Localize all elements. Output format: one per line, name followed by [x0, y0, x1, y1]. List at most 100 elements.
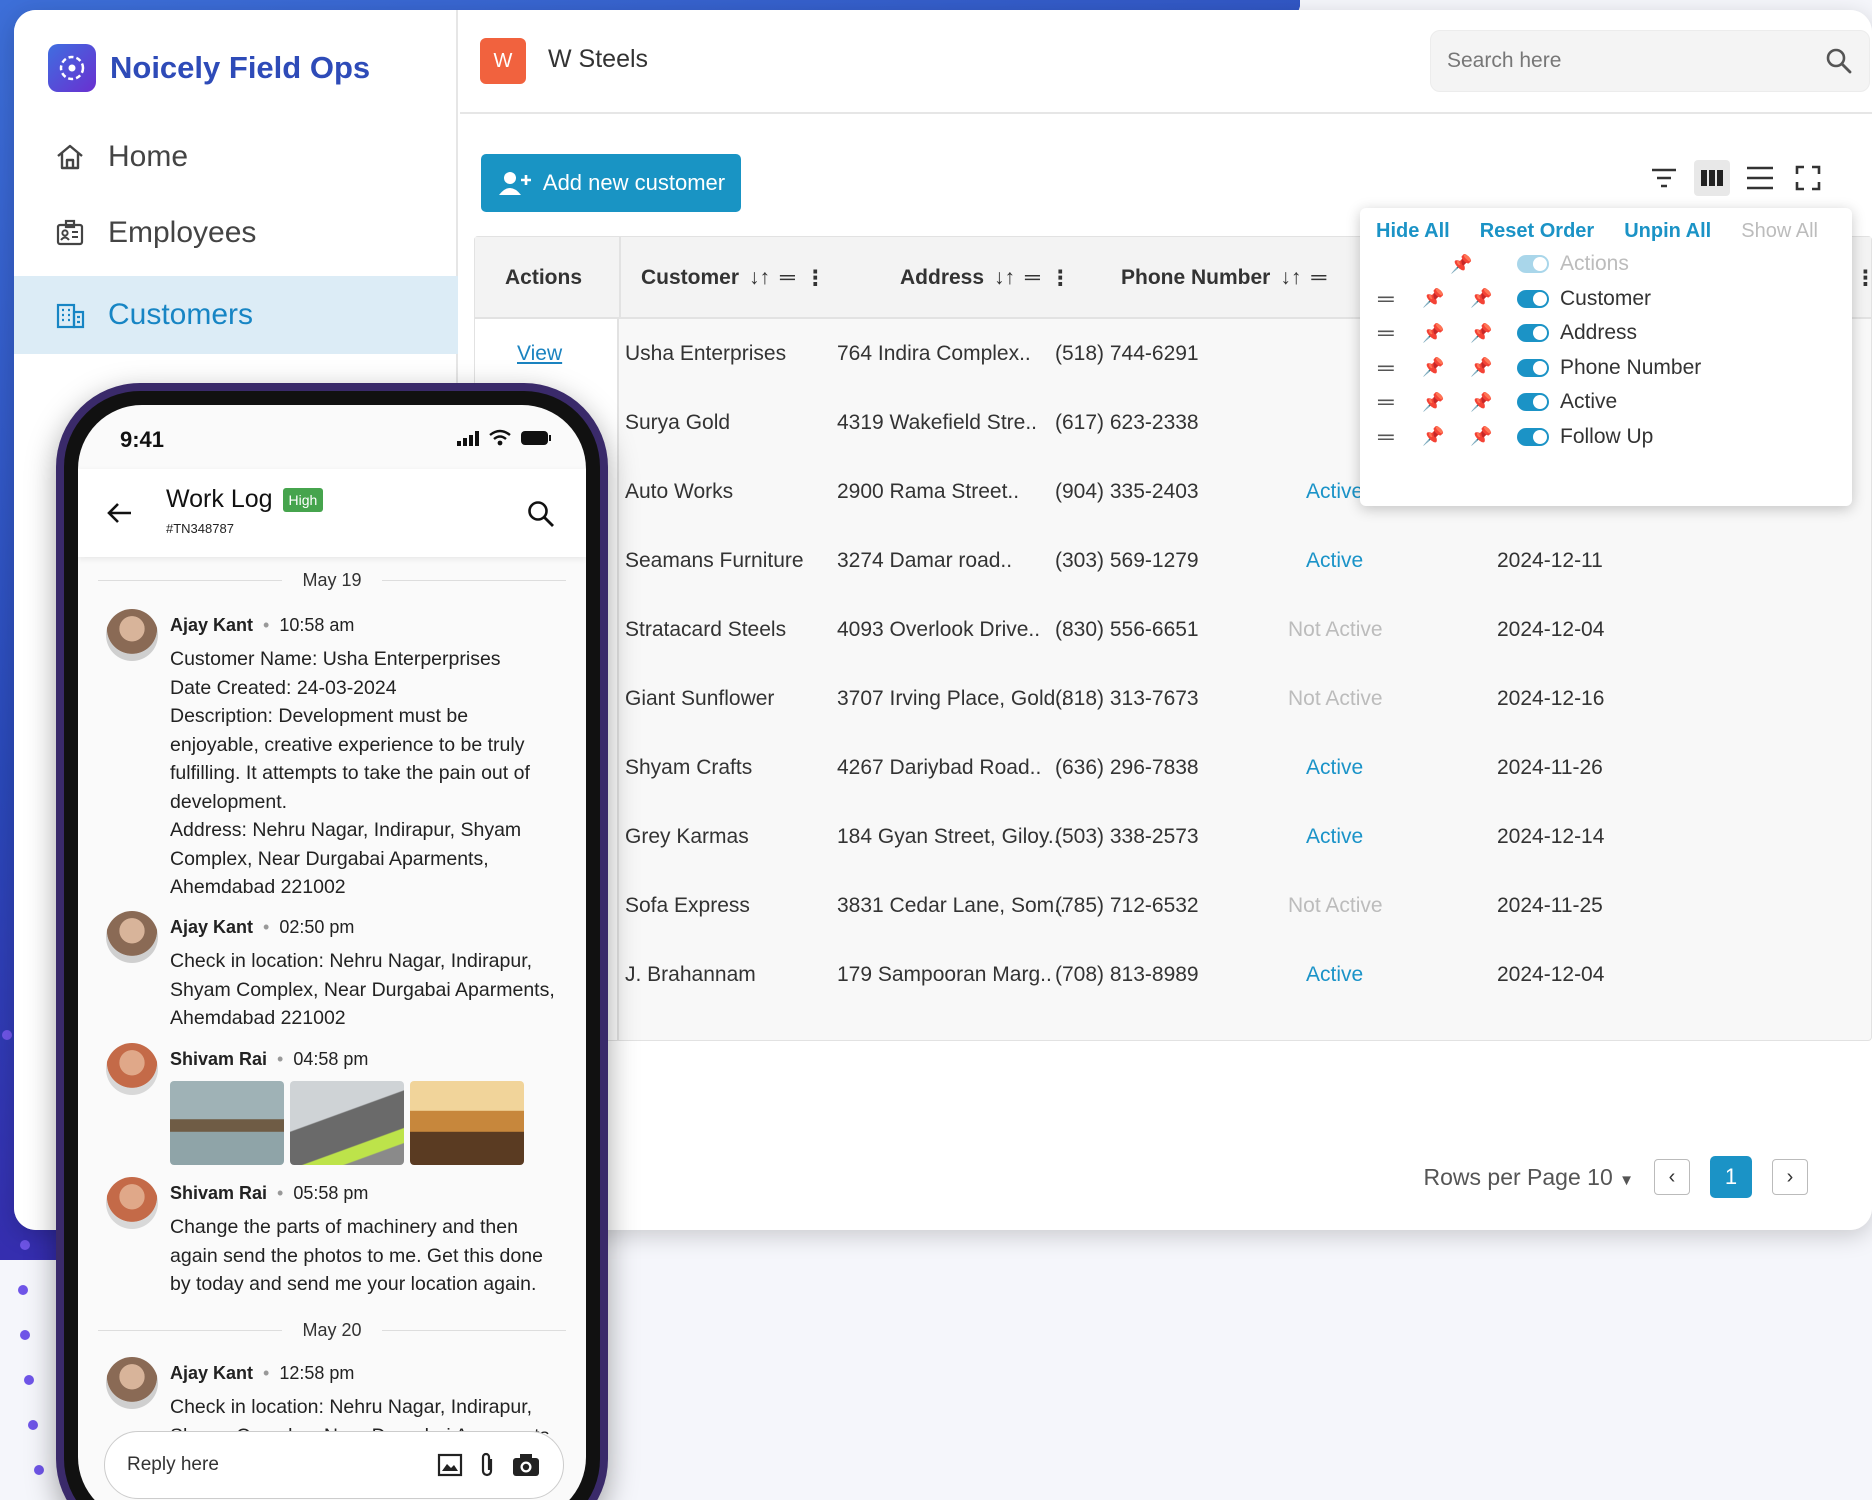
reply-input[interactable] — [127, 1454, 427, 1476]
fullscreen-icon[interactable] — [1790, 160, 1826, 196]
density-icon[interactable] — [1742, 160, 1778, 196]
table-row[interactable]: Stratacard Steels 4093 Overlook Drive.. (8… — [475, 595, 1871, 664]
sidebar-item-employees[interactable]: Employees — [14, 194, 458, 272]
sidebar-item-home[interactable]: Home — [14, 118, 458, 196]
home-icon — [57, 144, 83, 170]
pin-right-icon[interactable]: 📌 — [1470, 357, 1492, 378]
table-row[interactable]: Giant Sunflower 3707 Irving Place, Gold..… — [475, 664, 1871, 733]
visibility-toggle[interactable] — [1517, 255, 1549, 273]
pin-left-icon[interactable]: 📌 — [1422, 392, 1444, 413]
hide-all-button[interactable]: Hide All — [1376, 220, 1450, 243]
brand[interactable]: Noicely Field Ops — [48, 44, 370, 92]
photo-thumbnail[interactable] — [170, 1081, 284, 1165]
phone-cell: (785) 712-6532 — [1055, 893, 1199, 917]
message-line: Check in location: Nehru Nagar, Indirapu… — [170, 950, 533, 972]
sidebar-item-customers[interactable]: Customers — [14, 276, 458, 354]
decor-dot — [34, 1465, 44, 1475]
table-row[interactable]: Shyam Crafts 4267 Dariybad Road.. (636) 29… — [475, 733, 1871, 802]
photo-thumbnail[interactable] — [410, 1081, 524, 1165]
unpin-all-button[interactable]: Unpin All — [1624, 220, 1711, 243]
search-icon[interactable] — [526, 499, 556, 529]
column-menu-icon[interactable]: ⋮ — [805, 266, 826, 291]
address-cell: 4093 Overlook Drive.. — [837, 617, 1041, 641]
column-menu-icon[interactable]: ⋮ — [1855, 237, 1872, 319]
reset-order-button[interactable]: Reset Order — [1480, 220, 1595, 243]
message-line: Description: Development must be — [170, 705, 469, 727]
view-link[interactable]: View — [517, 319, 562, 388]
pin-left-icon[interactable]: 📌 — [1422, 426, 1444, 447]
page-1-button[interactable]: 1 — [1710, 1156, 1752, 1198]
message-line: Change the parts of machinery and then — [170, 1216, 518, 1238]
visibility-toggle[interactable] — [1517, 358, 1549, 377]
drag-handle-icon[interactable]: ═ — [780, 266, 795, 290]
pin-right-icon[interactable]: 📌 — [1470, 323, 1492, 344]
prev-page-button[interactable]: ‹ — [1654, 1159, 1690, 1195]
attachment-icon[interactable] — [477, 1451, 497, 1479]
drag-handle-icon[interactable]: ═ — [1378, 424, 1394, 450]
sort-icon[interactable]: ↓↑ — [1280, 266, 1301, 290]
drag-handle-icon[interactable]: ═ — [1025, 266, 1040, 290]
table-row[interactable]: Grey Karmas 184 Gyan Street, Giloy.. (503)… — [475, 802, 1871, 871]
message-line: again send the photos to me. Get this do… — [170, 1244, 543, 1267]
message-meta: Shivam Rai • 04:58 pm — [170, 1049, 369, 1069]
drag-handle-icon[interactable]: ═ — [1378, 355, 1394, 381]
sidebar-item-label: Employees — [108, 216, 257, 249]
visibility-toggle[interactable] — [1517, 324, 1549, 342]
show-all-button[interactable]: Show All — [1741, 220, 1818, 243]
visibility-toggle[interactable] — [1517, 393, 1549, 411]
visibility-toggle[interactable] — [1517, 289, 1549, 308]
image-icon[interactable] — [437, 1452, 463, 1478]
column-menu-icon[interactable]: ⋮ — [1050, 266, 1071, 291]
phone-cell: (904) 335-2403 — [1055, 479, 1199, 503]
column-header-address[interactable]: Address ↓↑ ═ ⋮ — [900, 237, 1071, 319]
camera-icon[interactable] — [511, 1452, 541, 1478]
message-meta: Ajay Kant • 10:58 am — [170, 615, 355, 635]
photo-thumbnail[interactable] — [290, 1081, 404, 1165]
sort-icon[interactable]: ↓↑ — [749, 266, 770, 290]
company-avatar[interactable]: W — [480, 38, 526, 84]
search-icon[interactable] — [1825, 47, 1853, 75]
avatar — [106, 1043, 158, 1095]
drag-handle-icon[interactable]: ═ — [1311, 266, 1326, 290]
drag-handle-icon[interactable]: ═ — [1378, 389, 1394, 415]
address-cell: 3707 Irving Place, Gold.. — [837, 686, 1067, 710]
next-page-button[interactable]: › — [1772, 1159, 1808, 1195]
pin-left-icon[interactable]: 📌 — [1422, 357, 1444, 378]
message-text: Check in location: Nehru Nagar, Indirapu… — [170, 947, 566, 1033]
status-cell: Active — [1306, 755, 1364, 779]
message-item: Shivam Rai • 04:58 pm — [106, 1043, 566, 1165]
back-arrow-icon[interactable] — [106, 499, 134, 527]
id-badge-icon — [56, 219, 84, 246]
column-header-customer[interactable]: Customer ↓↑ ═ ⋮ — [641, 237, 826, 319]
phone-bezel: 9:41 Work Log High #TN348787 May 19 Ajay… — [64, 391, 600, 1500]
pin-right-icon[interactable]: 📌 — [1470, 426, 1492, 447]
message-line: enjoyable, creative experience to be tru… — [170, 733, 525, 756]
pin-right-icon[interactable]: 📌 — [1470, 288, 1492, 309]
message-text: Change the parts of machinery and then ag… — [170, 1213, 566, 1299]
search-input[interactable] — [1447, 49, 1807, 73]
drag-handle-icon[interactable]: ═ — [1378, 320, 1394, 346]
column-header-actions: Actions — [505, 266, 583, 289]
add-customer-button[interactable]: Add new customer — [481, 154, 741, 212]
drag-handle-icon[interactable]: ═ — [1378, 286, 1394, 312]
message-line: fulfilling. It attempts to take the pain… — [170, 762, 530, 784]
pin-left-icon[interactable]: 📌 — [1422, 288, 1444, 309]
column-option-label: Address — [1560, 321, 1638, 344]
column-option-label: Actions — [1560, 252, 1629, 275]
table-row[interactable]: Sofa Express 3831 Cedar Lane, Som.. (785) … — [475, 871, 1871, 940]
followup-cell: 2024-11-25 — [1497, 893, 1603, 917]
column-divider — [619, 237, 621, 319]
visibility-toggle[interactable] — [1517, 427, 1549, 446]
message-line: Ahemdabad 221002 — [170, 876, 346, 898]
columns-icon[interactable] — [1694, 160, 1730, 196]
pin-right-icon[interactable]: 📌 — [1470, 392, 1492, 413]
table-row[interactable]: Seamans Furniture 3274 Damar road.. (303) … — [475, 526, 1871, 595]
followup-cell: 2024-11-26 — [1497, 755, 1603, 779]
table-row[interactable]: J. Brahannam 179 Sampooran Marg.. (708) 81… — [475, 940, 1871, 1009]
sort-icon[interactable]: ↓↑ — [994, 266, 1015, 290]
column-header-phone[interactable]: Phone Number ↓↑ ═ — [1121, 237, 1326, 319]
pin-left-icon[interactable]: 📌 — [1422, 323, 1444, 344]
rows-per-page-select[interactable]: Rows per Page 10 ▼ — [1424, 1164, 1634, 1191]
column-option[interactable]: ═ 📌 📌 Follow Up — [1360, 417, 1852, 457]
filter-icon[interactable] — [1646, 160, 1682, 196]
